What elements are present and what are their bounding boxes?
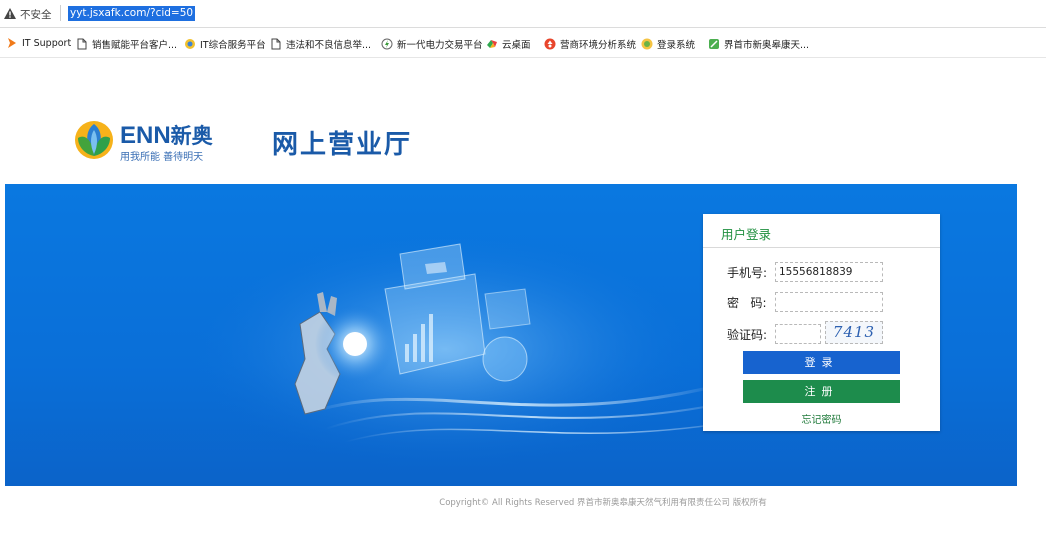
bookmark-label: 违法和不良信息举... bbox=[286, 40, 372, 51]
logo-wordmark: ENN新奥 bbox=[120, 120, 213, 150]
password-label: 密 码: bbox=[727, 296, 767, 310]
url-input[interactable]: yyt.jsxafk.com/?cid=50 bbox=[68, 6, 196, 21]
captcha-label: 验证码: bbox=[727, 328, 768, 342]
bookmark-business-analysis[interactable]: 营商环境分析系统 bbox=[544, 37, 636, 51]
page-icon bbox=[270, 38, 282, 50]
divider bbox=[60, 5, 61, 21]
cloud-desktop-icon bbox=[486, 38, 498, 50]
bookmark-label: 销售赋能平台客户... bbox=[92, 40, 178, 51]
bookmark-power-trading[interactable]: 新一代电力交易平台 bbox=[381, 37, 483, 51]
bookmark-label: IT Support bbox=[22, 37, 72, 49]
bookmark-label: 营商环境分析系统 bbox=[560, 40, 637, 51]
bookmark-label: 登录系统 bbox=[657, 40, 696, 51]
enn-logo[interactable]: ENN新奥 用我所能 善待明天 bbox=[70, 118, 240, 166]
captcha-image[interactable]: 7413 bbox=[825, 321, 883, 344]
bookmark-sales-platform[interactable]: 销售赋能平台客户... bbox=[76, 37, 177, 51]
divider bbox=[703, 247, 940, 248]
logo-cn: 新奥 bbox=[170, 125, 213, 148]
footer-copyright: Copyright© All Rights Reserved 界首市新奥皋康天然… bbox=[439, 498, 767, 508]
browser-address-bar: 不安全 yyt.jsxafk.com/?cid=50 bbox=[0, 0, 1046, 28]
site-title: 网上营业厅 bbox=[272, 130, 413, 160]
bookmark-login-system[interactable]: 登录系统 bbox=[641, 37, 695, 51]
bookmark-it-service[interactable]: IT综合服务平台 bbox=[184, 37, 266, 51]
arrow-bookmark-icon bbox=[6, 37, 18, 49]
login-title: 用户登录 bbox=[721, 227, 772, 242]
insecure-label[interactable]: 不安全 bbox=[20, 7, 52, 22]
bookmark-label: 界首市新奥皋康天... bbox=[724, 40, 810, 51]
logo-slogan: 用我所能 善待明天 bbox=[120, 152, 204, 163]
login-button[interactable]: 登录 bbox=[743, 351, 900, 374]
bookmark-cloud-desktop[interactable]: 云桌面 bbox=[486, 37, 531, 51]
bookmark-label: 新一代电力交易平台 bbox=[397, 40, 483, 51]
login-panel: 用户登录 手机号: 15556818839 密 码: 验证码: 7413 登录 … bbox=[703, 214, 940, 431]
login-system-icon bbox=[641, 38, 653, 50]
bookmark-report[interactable]: 违法和不良信息举... bbox=[270, 37, 371, 51]
enn-icon bbox=[708, 38, 720, 50]
page-icon bbox=[76, 38, 88, 50]
analysis-icon bbox=[544, 38, 556, 50]
logo-en: ENN bbox=[120, 122, 171, 149]
power-icon bbox=[381, 38, 393, 50]
bookmark-label: IT综合服务平台 bbox=[200, 40, 266, 51]
warning-icon[interactable] bbox=[4, 8, 16, 19]
register-button[interactable]: 注册 bbox=[743, 380, 900, 403]
phone-label: 手机号: bbox=[727, 266, 768, 280]
forgot-password-link[interactable]: 忘记密码 bbox=[703, 411, 940, 426]
enn-sunflower-icon bbox=[75, 121, 113, 159]
phone-input[interactable]: 15556818839 bbox=[775, 262, 883, 282]
bookmark-it-support[interactable]: IT Support bbox=[6, 37, 71, 49]
captcha-input[interactable] bbox=[775, 324, 821, 344]
bookmark-label: 云桌面 bbox=[502, 40, 531, 51]
password-input[interactable] bbox=[775, 292, 883, 312]
bookmark-enn-jieshou[interactable]: 界首市新奥皋康天... bbox=[708, 37, 809, 51]
globe-icon bbox=[184, 38, 196, 50]
bookmarks-bar: IT Support 销售赋能平台客户... IT综合服务平台 违法和不良信息举… bbox=[0, 30, 1046, 58]
